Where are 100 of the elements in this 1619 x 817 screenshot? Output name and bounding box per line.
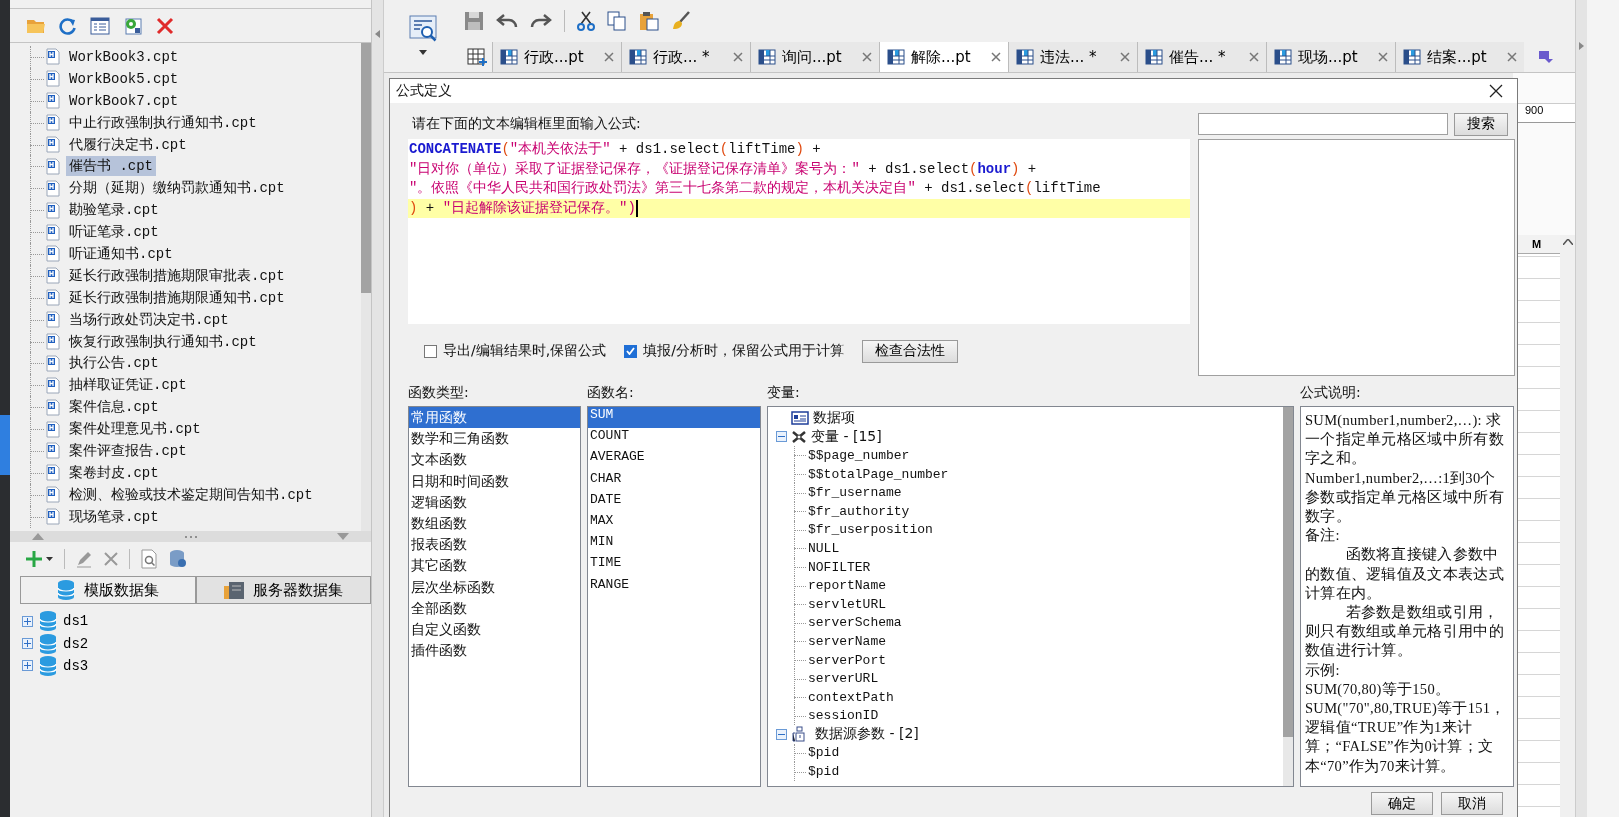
variable-item[interactable]: contextPath	[808, 689, 894, 705]
delete-icon[interactable]	[103, 551, 119, 567]
file-item[interactable]: 恢复行政强制执行通知书.cpt	[66, 331, 260, 352]
function-type-item[interactable]: 插件函数	[409, 640, 580, 662]
function-type-item[interactable]: 常用函数	[409, 407, 580, 429]
editor-tab[interactable]: 违法... *	[1008, 42, 1137, 72]
file-item[interactable]: 执行公告.cpt	[66, 353, 162, 374]
editor-tab[interactable]: 催告... *	[1137, 42, 1266, 72]
new-sheet-icon[interactable]	[467, 48, 487, 66]
file-item[interactable]: 检测、检验或技术鉴定期间告知书.cpt	[66, 484, 316, 505]
checkbox[interactable]	[424, 344, 437, 358]
file-item[interactable]: WorkBook7.cpt	[66, 91, 182, 110]
formula-editor[interactable]: CONCATENATE("本机关依法于" + ds1.select(liftTime) + "日对你（单位）采取了证据登记保存，《证据登记保存清单》案号为：" + ds1.select(hour) + "。依照《中华人民共和国行政处罚法》第三十七条第二款的规定，本机关决定自" + ds1.select(liftTime ) + "日起解除该证据登记保存。")	[408, 139, 1190, 324]
file-item[interactable]: WorkBook5.cpt	[66, 69, 182, 88]
function-type-item[interactable]: 其它函数	[409, 555, 580, 577]
close-icon[interactable]	[1489, 84, 1503, 98]
search-field[interactable]	[1198, 113, 1448, 135]
function-type-item[interactable]: 数组函数	[409, 512, 580, 535]
variable-item[interactable]: serverSchema	[808, 615, 902, 631]
variable-item[interactable]: $pid	[808, 745, 840, 761]
checkbox-label[interactable]: 导出/编辑结果时,保留公式	[443, 342, 607, 360]
file-item[interactable]: 催告书 .cpt	[66, 156, 156, 177]
window-icon[interactable]	[90, 16, 110, 35]
variable-group[interactable]: 数据源参数 - [2]	[815, 725, 919, 744]
function-type-item[interactable]: 数学和三角函数	[409, 428, 580, 450]
dataset-tab[interactable]: 模版数据集	[20, 576, 196, 603]
scissors-icon[interactable]	[577, 11, 595, 31]
editor-tab[interactable]: 现场...pt	[1266, 42, 1395, 72]
close-tab-icon[interactable]	[604, 52, 614, 62]
function-name-item[interactable]: RANGE	[588, 576, 760, 598]
function-type-item[interactable]: 层次坐标函数	[409, 576, 580, 598]
close-tab-icon[interactable]	[991, 52, 1001, 62]
variable-item[interactable]: sessionID	[808, 708, 879, 724]
function-type-item[interactable]: 日期和时间函数	[409, 470, 580, 492]
collapse-toggle[interactable]	[776, 431, 787, 443]
variable-item[interactable]: $$page_number	[808, 448, 910, 463]
file-item[interactable]: 分期（延期）缴纳罚款通知书.cpt	[66, 178, 288, 199]
function-name-item[interactable]: COUNT	[588, 428, 760, 450]
file-item[interactable]: 延长行政强制措施期限通知书.cpt	[66, 287, 288, 308]
file-item[interactable]: 案件处理意见书.cpt	[66, 419, 204, 440]
function-name-item[interactable]: TIME	[588, 555, 760, 577]
editor-tab[interactable]: 解除...pt	[879, 42, 1008, 72]
database-settings-icon[interactable]	[168, 549, 188, 569]
file-item[interactable]: 案卷封皮.cpt	[66, 462, 162, 483]
editor-tab[interactable]: 行政...pt	[492, 42, 621, 72]
function-name-item[interactable]: AVERAGE	[588, 449, 760, 471]
function-name-item[interactable]: DATE	[588, 491, 760, 513]
refresh-icon[interactable]	[59, 16, 77, 35]
variable-item[interactable]: $$totalPage_number	[808, 466, 949, 482]
variable-item[interactable]: serverPort	[808, 652, 886, 668]
file-item[interactable]: 案件信息.cpt	[66, 397, 162, 418]
file-item[interactable]: 代履行决定书.cpt	[66, 134, 190, 155]
scrollbar[interactable]	[1560, 235, 1575, 817]
close-tab-icon[interactable]	[1507, 52, 1517, 62]
redo-icon[interactable]	[530, 12, 552, 30]
checkbox[interactable]	[624, 344, 638, 358]
save-icon[interactable]	[464, 11, 484, 31]
function-type-item[interactable]: 报表函数	[409, 534, 580, 556]
variable-group[interactable]: 变量 - [15]	[811, 427, 882, 446]
variable-item[interactable]: NOFILTER	[808, 559, 871, 575]
editor-tab[interactable]: 询问...pt	[750, 42, 879, 72]
pencil-icon[interactable]	[75, 550, 93, 568]
file-item[interactable]: 中止行政强制执行通知书.cpt	[66, 112, 260, 133]
function-type-item[interactable]: 逻辑函数	[409, 491, 580, 513]
expand-toggle[interactable]	[22, 615, 33, 627]
variable-item[interactable]: $fr_authority	[808, 503, 910, 519]
file-item[interactable]: 延长行政强制措施期限审批表.cpt	[66, 265, 288, 286]
check-validity-button[interactable]: 检查合法性	[861, 339, 958, 363]
function-name-item[interactable]: MIN	[588, 534, 760, 556]
paste-icon[interactable]	[639, 11, 659, 31]
file-item[interactable]: 听证通知书.cpt	[66, 243, 176, 264]
variable-item[interactable]: servletURL	[808, 596, 886, 612]
scrollbar[interactable]	[361, 43, 371, 531]
scrollbar[interactable]	[1283, 407, 1293, 786]
close-tab-icon[interactable]	[1120, 52, 1130, 62]
editor-tab[interactable]: 行政... *	[621, 42, 750, 72]
variable-item[interactable]: reportName	[808, 578, 886, 594]
expand-toggle[interactable]	[22, 638, 33, 650]
file-item[interactable]: 听证笔录.cpt	[66, 222, 162, 243]
close-tab-icon[interactable]	[1249, 52, 1259, 62]
function-type-item[interactable]: 全部函数	[409, 597, 580, 619]
file-item[interactable]: 当场行政处罚决定书.cpt	[66, 309, 232, 330]
undo-icon[interactable]	[496, 12, 518, 30]
grip-icon[interactable]	[183, 534, 198, 539]
variable-group[interactable]: 数据项	[813, 409, 855, 428]
expand-toggle[interactable]	[22, 660, 33, 672]
variable-item[interactable]: $fr_userposition	[808, 522, 933, 538]
brush-icon[interactable]	[671, 11, 691, 31]
dialog-button[interactable]: 确定	[1371, 792, 1433, 815]
close-tab-icon[interactable]	[862, 52, 872, 62]
preview-icon[interactable]	[140, 549, 158, 569]
add-icon[interactable]	[26, 550, 54, 568]
variable-item[interactable]: NULL	[808, 540, 840, 556]
tab-list-icon[interactable]	[1538, 50, 1554, 64]
function-name-item[interactable]: SUM	[588, 407, 760, 429]
variable-item[interactable]: serverURL	[808, 671, 879, 687]
right-arrow-icon[interactable]	[1579, 42, 1584, 50]
dataset-tab[interactable]: 服务器数据集	[195, 576, 371, 603]
file-item[interactable]: 现场笔录.cpt	[66, 506, 162, 527]
file-item[interactable]: 案件评查报告.cpt	[66, 440, 190, 461]
